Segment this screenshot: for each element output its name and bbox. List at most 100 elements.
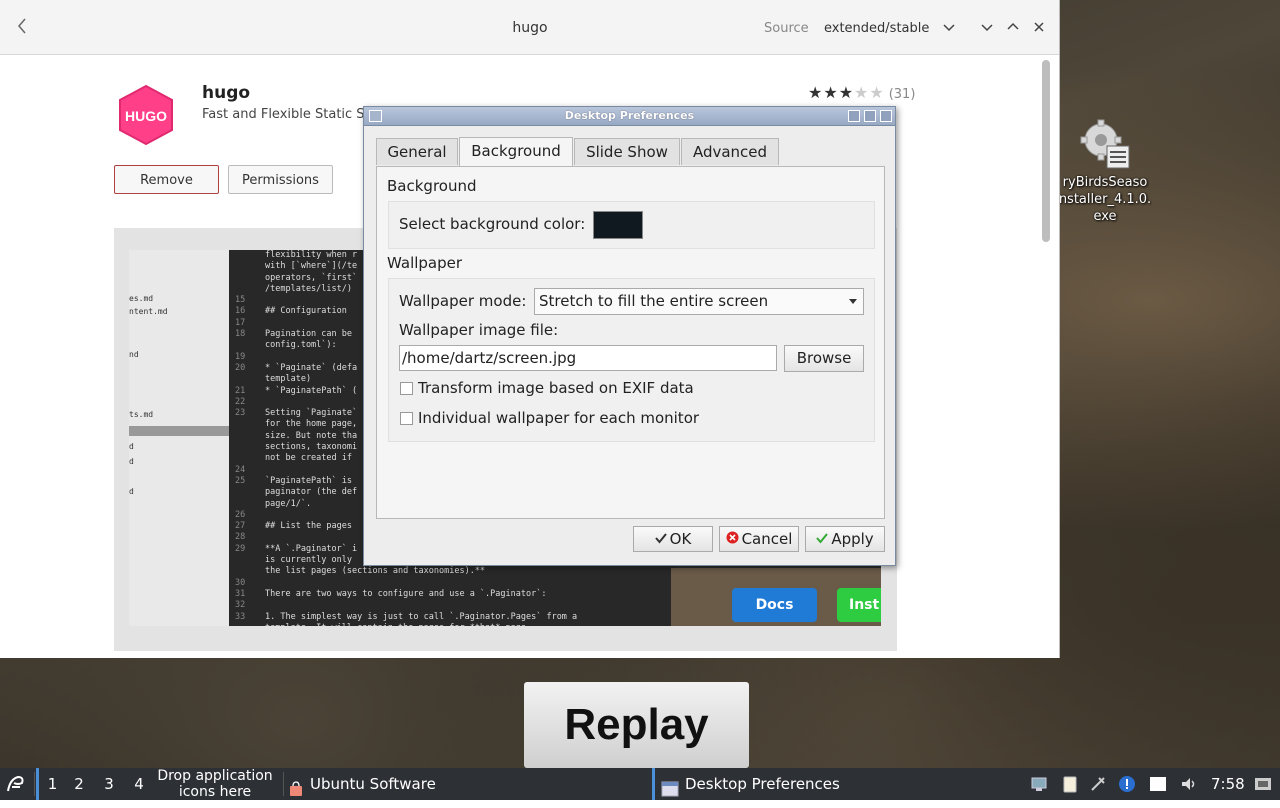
file-item: d	[129, 442, 134, 451]
apply-label: Apply	[831, 530, 874, 548]
line-number: 15	[235, 295, 246, 306]
scrollbar[interactable]	[1040, 58, 1052, 658]
browse-button[interactable]: Browse	[784, 345, 864, 372]
file-item: nd	[129, 350, 139, 359]
select-color-label: Select background color:	[399, 215, 586, 233]
workspace-3[interactable]: 3	[94, 768, 124, 800]
individual-wallpaper-checkbox[interactable]	[400, 412, 413, 425]
wallpaper-section-title: Wallpaper	[387, 254, 463, 272]
desktop-icon-installer[interactable]: ryBirdsSeaso nstaller_4.1.0. exe	[1055, 118, 1155, 225]
tab-advanced[interactable]: Advanced	[681, 138, 779, 165]
code-text: **A `.Paginator` i	[265, 543, 358, 554]
source-chevron-down-icon[interactable]	[941, 19, 957, 35]
launcher-drop-area[interactable]: Drop application icons here	[150, 768, 280, 800]
desktop-icon-label-line-1: ryBirdsSeaso	[1062, 175, 1148, 190]
maximize-icon[interactable]	[864, 110, 876, 122]
code-text: There are two ways to configure and use …	[265, 588, 547, 599]
image-file-label: Wallpaper image file:	[399, 321, 559, 339]
exif-label[interactable]: Transform image based on EXIF data	[418, 379, 694, 397]
task-ubuntu-software[interactable]: Ubuntu Software	[288, 768, 648, 800]
dialog-title: Desktop Preferences	[564, 109, 695, 122]
line-number: 22	[235, 396, 246, 407]
update-alert-icon[interactable]	[1118, 775, 1136, 793]
code-line: 33 1. The simplest way is just to call `.…	[235, 612, 677, 623]
wallpaper-file-input[interactable]	[399, 345, 777, 371]
code-line: 31 There are two ways to configure and us…	[235, 589, 677, 600]
tab-slide-show[interactable]: Slide Show	[574, 138, 680, 165]
line-number: 25	[235, 475, 246, 486]
close-icon[interactable]	[880, 110, 892, 122]
window-icon	[661, 776, 679, 797]
code-line: 30	[235, 578, 677, 589]
code-text: not be created if	[265, 453, 352, 464]
replay-banner: Replay	[524, 682, 749, 768]
workspace-1[interactable]: 1	[36, 768, 66, 800]
window-list-icon[interactable]	[1149, 775, 1167, 793]
volume-icon[interactable]	[1180, 775, 1198, 793]
line-number: 19	[235, 351, 246, 362]
tab-general[interactable]: General	[376, 138, 458, 165]
dropdown-arrow-icon	[849, 299, 857, 304]
close-icon[interactable]	[1031, 19, 1047, 35]
wallpaper-mode-select[interactable]: Stretch to fill the entire screen	[534, 288, 864, 315]
back-icon[interactable]	[16, 16, 36, 40]
line-number: 20	[235, 362, 246, 373]
workspace-2[interactable]: 2	[64, 768, 94, 800]
install-button-image: Inst	[837, 588, 881, 622]
individual-wallpaper-label[interactable]: Individual wallpaper for each monitor	[418, 409, 699, 427]
background-color-button[interactable]	[593, 211, 643, 239]
code-text: * `Paginate` (defa	[265, 362, 358, 373]
minimize-icon[interactable]	[848, 110, 860, 122]
tools-icon[interactable]	[1089, 775, 1107, 793]
file-item: ntent.md	[129, 307, 168, 316]
code-text: operators, `first`	[265, 272, 358, 283]
check-icon	[816, 527, 829, 551]
header-bar: hugo Source extended/stable	[0, 0, 1059, 55]
code-text: `PaginatePath` is	[265, 475, 352, 486]
scrollbar-thumb[interactable]	[1042, 60, 1050, 242]
chevron-down-icon[interactable]	[979, 19, 995, 35]
code-line: template. It will contain the pages for …	[235, 623, 677, 626]
ok-button[interactable]: OK	[633, 526, 713, 552]
star-empty-icon: ★	[869, 83, 885, 102]
source-label: Source	[764, 21, 809, 36]
cancel-button[interactable]: Cancel	[719, 526, 799, 552]
code-text: template)	[265, 374, 312, 385]
cancel-label: Cancel	[741, 530, 793, 548]
screenshot-icon[interactable]	[1254, 775, 1272, 793]
permissions-button[interactable]: Permissions	[228, 165, 333, 194]
code-text: flexibility when r	[265, 250, 358, 260]
code-text: sections, taxonomi	[265, 442, 358, 453]
dialog-titlebar[interactable]: Desktop Preferences	[364, 107, 895, 126]
file-item: es.md	[129, 294, 154, 303]
line-number: 28	[235, 532, 246, 543]
star-empty-icon: ★	[854, 83, 870, 102]
source-dropdown[interactable]: extended/stable	[824, 21, 929, 36]
screenshot-site-preview: Docs Inst	[671, 568, 881, 626]
clock[interactable]: 7:58	[1211, 768, 1245, 800]
wallpaper-section: Wallpaper mode: Stretch to fill the enti…	[388, 278, 875, 442]
network-icon[interactable]	[1031, 775, 1049, 793]
app-name: hugo	[202, 83, 251, 103]
tab-background[interactable]: Background	[459, 137, 573, 166]
line-number: 24	[235, 464, 246, 475]
screenshot-file-list: es.md ntent.md nd ts.md d d d	[129, 250, 229, 626]
file-item: ts.md	[129, 410, 154, 419]
chevron-up-icon[interactable]	[1005, 19, 1021, 35]
desktop-preferences-dialog: Desktop Preferences General Background S…	[363, 106, 896, 566]
apply-button[interactable]: Apply	[805, 526, 885, 552]
star-icon: ★	[823, 83, 839, 102]
wallpaper-mode-label: Wallpaper mode:	[399, 292, 527, 310]
code-text: 1. The simplest way is just to call `.Pa…	[265, 611, 578, 622]
clipboard-icon[interactable]	[1061, 775, 1079, 793]
background-section-title: Background	[387, 177, 477, 195]
background-section: Select background color:	[388, 201, 875, 249]
remove-button[interactable]: Remove	[114, 165, 219, 194]
file-item: d	[129, 457, 134, 466]
code-text: size. But note tha	[265, 430, 358, 441]
cancel-icon	[726, 527, 739, 551]
task-desktop-preferences[interactable]: Desktop Preferences	[652, 768, 1022, 800]
line-number: 27	[235, 521, 246, 532]
start-menu-icon[interactable]	[4, 773, 28, 795]
exif-checkbox[interactable]	[400, 382, 413, 395]
